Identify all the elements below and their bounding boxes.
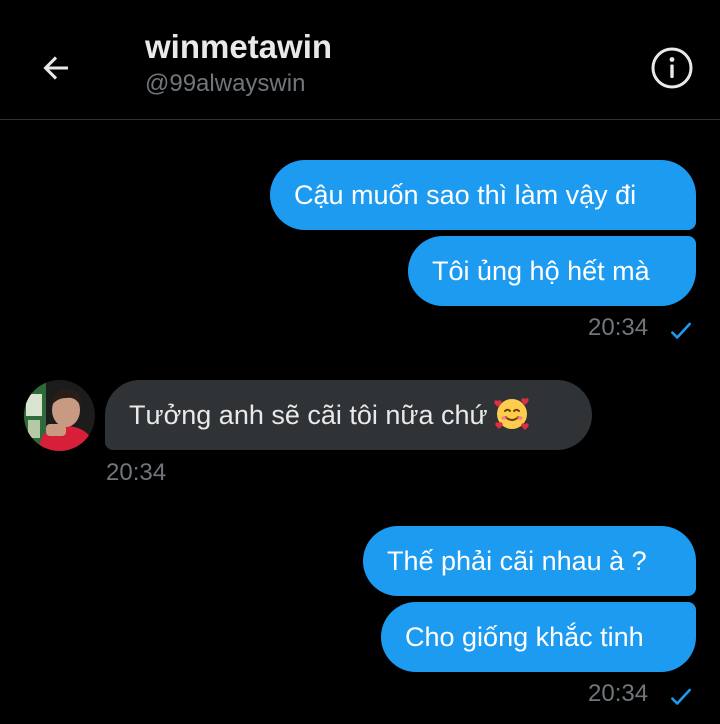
user-handle: @99alwayswin <box>145 70 306 97</box>
conversation-title[interactable]: winmetawin <box>145 28 332 66</box>
message-bubble-sent[interactable]: Cậu muốn sao thì làm vậy đi <box>270 160 696 230</box>
message-bubble-sent[interactable]: Tôi ủng hộ hết mà <box>408 236 696 306</box>
dm-conversation-screen: winmetawin @99alwayswin Cậu muốn sao thì… <box>0 0 720 724</box>
message-timestamp: 20:34 <box>588 314 649 341</box>
check-icon <box>671 322 691 339</box>
message-bubble-sent[interactable]: Cho giống khắc tinh <box>381 602 696 672</box>
conversation-header: winmetawin @99alwayswin <box>0 0 720 120</box>
info-circle-icon <box>651 47 693 89</box>
message-bubble-sent[interactable]: Thế phải cãi nhau à ? <box>363 526 696 596</box>
back-button[interactable] <box>28 40 84 96</box>
smiling-face-with-hearts-emoji-icon <box>493 398 529 430</box>
message-text: Tưởng anh sẽ cãi tôi nữa chứ <box>129 400 488 430</box>
message-bubble-received[interactable]: Tưởng anh sẽ cãi tôi nữa chứ <box>105 380 592 450</box>
arrow-left-icon <box>43 56 68 80</box>
message-timestamp: 20:34 <box>106 459 167 486</box>
avatar-image <box>24 380 95 451</box>
info-button[interactable] <box>646 42 698 94</box>
avatar[interactable] <box>24 380 95 451</box>
message-timestamp: 20:34 <box>588 680 649 707</box>
check-icon <box>671 688 691 705</box>
